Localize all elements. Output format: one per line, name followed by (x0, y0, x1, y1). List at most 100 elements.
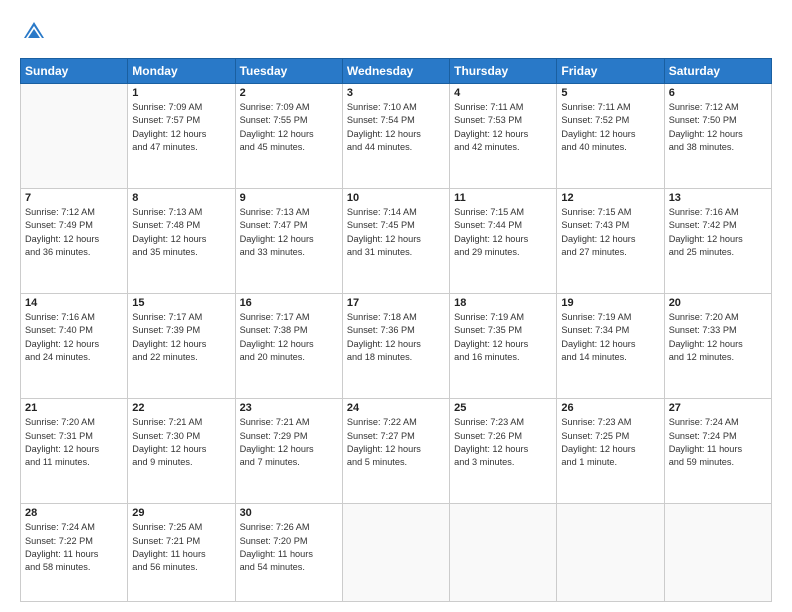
calendar-cell: 25 Sunrise: 7:23 AM Sunset: 7:26 PM Dayli… (450, 399, 557, 504)
calendar-cell: 17 Sunrise: 7:18 AM Sunset: 7:36 PM Dayli… (342, 294, 449, 399)
calendar-cell: 10 Sunrise: 7:14 AM Sunset: 7:45 PM Dayli… (342, 189, 449, 294)
calendar-header-thursday: Thursday (450, 59, 557, 84)
logo (20, 18, 52, 46)
calendar-cell: 3 Sunrise: 7:10 AM Sunset: 7:54 PM Daylig… (342, 84, 449, 189)
day-number: 19 (561, 297, 659, 309)
day-number: 8 (132, 192, 230, 204)
calendar-cell: 30 Sunrise: 7:26 AM Sunset: 7:20 PM Dayli… (235, 504, 342, 602)
day-number: 24 (347, 402, 445, 414)
day-info: Sunrise: 7:20 AM Sunset: 7:33 PM Dayligh… (669, 311, 767, 364)
calendar-cell (664, 504, 771, 602)
calendar-cell (557, 504, 664, 602)
day-number: 5 (561, 87, 659, 99)
day-number: 1 (132, 87, 230, 99)
calendar-cell: 1Sunrise: 7:09 AM Sunset: 7:57 PM Daylig… (128, 84, 235, 189)
calendar-cell: 18 Sunrise: 7:19 AM Sunset: 7:35 PM Dayli… (450, 294, 557, 399)
calendar-cell: 7 Sunrise: 7:12 AM Sunset: 7:49 PM Daylig… (21, 189, 128, 294)
day-info: Sunrise: 7:19 AM Sunset: 7:35 PM Dayligh… (454, 311, 552, 364)
day-info: Sunrise: 7:23 AM Sunset: 7:26 PM Dayligh… (454, 416, 552, 469)
calendar-cell: 2 Sunrise: 7:09 AM Sunset: 7:55 PM Daylig… (235, 84, 342, 189)
day-number: 14 (25, 297, 123, 309)
day-info: Sunrise: 7:24 AM Sunset: 7:22 PM Dayligh… (25, 521, 123, 574)
day-info: Sunrise: 7:24 AM Sunset: 7:24 PM Dayligh… (669, 416, 767, 469)
calendar-cell: 5 Sunrise: 7:11 AM Sunset: 7:52 PM Daylig… (557, 84, 664, 189)
day-number: 9 (240, 192, 338, 204)
calendar-cell: 6 Sunrise: 7:12 AM Sunset: 7:50 PM Daylig… (664, 84, 771, 189)
logo-icon (20, 18, 48, 46)
day-number: 4 (454, 87, 552, 99)
day-number: 16 (240, 297, 338, 309)
day-number: 6 (669, 87, 767, 99)
day-info: Sunrise: 7:13 AM Sunset: 7:48 PM Dayligh… (132, 206, 230, 259)
day-info: Sunrise: 7:26 AM Sunset: 7:20 PM Dayligh… (240, 521, 338, 574)
calendar-header-wednesday: Wednesday (342, 59, 449, 84)
calendar-header-monday: Monday (128, 59, 235, 84)
calendar-cell: 13 Sunrise: 7:16 AM Sunset: 7:42 PM Dayli… (664, 189, 771, 294)
day-info: Sunrise: 7:25 AM Sunset: 7:21 PM Dayligh… (132, 521, 230, 574)
day-info: Sunrise: 7:18 AM Sunset: 7:36 PM Dayligh… (347, 311, 445, 364)
day-info: Sunrise: 7:10 AM Sunset: 7:54 PM Dayligh… (347, 101, 445, 154)
day-number: 12 (561, 192, 659, 204)
calendar-header-sunday: Sunday (21, 59, 128, 84)
day-info: Sunrise: 7:11 AM Sunset: 7:52 PM Dayligh… (561, 101, 659, 154)
day-info: Sunrise: 7:12 AM Sunset: 7:50 PM Dayligh… (669, 101, 767, 154)
header (20, 18, 772, 46)
day-number: 15 (132, 297, 230, 309)
day-info: Sunrise: 7:15 AM Sunset: 7:43 PM Dayligh… (561, 206, 659, 259)
day-number: 13 (669, 192, 767, 204)
calendar-cell: 9 Sunrise: 7:13 AM Sunset: 7:47 PM Daylig… (235, 189, 342, 294)
day-number: 20 (669, 297, 767, 309)
day-info: Sunrise: 7:19 AM Sunset: 7:34 PM Dayligh… (561, 311, 659, 364)
page: SundayMondayTuesdayWednesdayThursdayFrid… (0, 0, 792, 612)
calendar-cell: 11 Sunrise: 7:15 AM Sunset: 7:44 PM Dayli… (450, 189, 557, 294)
day-info: Sunrise: 7:16 AM Sunset: 7:40 PM Dayligh… (25, 311, 123, 364)
day-info: Sunrise: 7:17 AM Sunset: 7:39 PM Dayligh… (132, 311, 230, 364)
day-number: 23 (240, 402, 338, 414)
calendar-cell: 22Sunrise: 7:21 AM Sunset: 7:30 PM Dayli… (128, 399, 235, 504)
day-number: 3 (347, 87, 445, 99)
calendar-header-friday: Friday (557, 59, 664, 84)
calendar-cell: 4 Sunrise: 7:11 AM Sunset: 7:53 PM Daylig… (450, 84, 557, 189)
day-number: 2 (240, 87, 338, 99)
calendar-header-saturday: Saturday (664, 59, 771, 84)
day-info: Sunrise: 7:23 AM Sunset: 7:25 PM Dayligh… (561, 416, 659, 469)
day-info: Sunrise: 7:13 AM Sunset: 7:47 PM Dayligh… (240, 206, 338, 259)
calendar-cell: 21 Sunrise: 7:20 AM Sunset: 7:31 PM Dayli… (21, 399, 128, 504)
day-number: 22 (132, 402, 230, 414)
day-number: 11 (454, 192, 552, 204)
calendar-header-tuesday: Tuesday (235, 59, 342, 84)
day-info: Sunrise: 7:20 AM Sunset: 7:31 PM Dayligh… (25, 416, 123, 469)
day-info: Sunrise: 7:17 AM Sunset: 7:38 PM Dayligh… (240, 311, 338, 364)
day-info: Sunrise: 7:16 AM Sunset: 7:42 PM Dayligh… (669, 206, 767, 259)
day-info: Sunrise: 7:14 AM Sunset: 7:45 PM Dayligh… (347, 206, 445, 259)
calendar-cell: 28 Sunrise: 7:24 AM Sunset: 7:22 PM Dayli… (21, 504, 128, 602)
calendar: SundayMondayTuesdayWednesdayThursdayFrid… (20, 58, 772, 602)
day-info: Sunrise: 7:12 AM Sunset: 7:49 PM Dayligh… (25, 206, 123, 259)
calendar-cell: 16 Sunrise: 7:17 AM Sunset: 7:38 PM Dayli… (235, 294, 342, 399)
calendar-cell: 23 Sunrise: 7:21 AM Sunset: 7:29 PM Dayli… (235, 399, 342, 504)
day-number: 26 (561, 402, 659, 414)
day-info: Sunrise: 7:11 AM Sunset: 7:53 PM Dayligh… (454, 101, 552, 154)
day-number: 28 (25, 507, 123, 519)
day-number: 30 (240, 507, 338, 519)
calendar-cell: 29 Sunrise: 7:25 AM Sunset: 7:21 PM Dayli… (128, 504, 235, 602)
day-info: Sunrise: 7:15 AM Sunset: 7:44 PM Dayligh… (454, 206, 552, 259)
calendar-cell: 26 Sunrise: 7:23 AM Sunset: 7:25 PM Dayli… (557, 399, 664, 504)
day-number: 29 (132, 507, 230, 519)
day-number: 25 (454, 402, 552, 414)
day-info: Sunrise: 7:21 AM Sunset: 7:29 PM Dayligh… (240, 416, 338, 469)
day-number: 17 (347, 297, 445, 309)
day-number: 7 (25, 192, 123, 204)
day-number: 10 (347, 192, 445, 204)
calendar-cell (450, 504, 557, 602)
day-info: Sunrise: 7:09 AM Sunset: 7:55 PM Dayligh… (240, 101, 338, 154)
calendar-cell: 19 Sunrise: 7:19 AM Sunset: 7:34 PM Dayli… (557, 294, 664, 399)
day-number: 18 (454, 297, 552, 309)
day-number: 21 (25, 402, 123, 414)
calendar-cell: 14 Sunrise: 7:16 AM Sunset: 7:40 PM Dayli… (21, 294, 128, 399)
calendar-cell: 24Sunrise: 7:22 AM Sunset: 7:27 PM Dayli… (342, 399, 449, 504)
calendar-cell: 8 Sunrise: 7:13 AM Sunset: 7:48 PM Daylig… (128, 189, 235, 294)
calendar-cell: 15 Sunrise: 7:17 AM Sunset: 7:39 PM Dayli… (128, 294, 235, 399)
calendar-cell (21, 84, 128, 189)
calendar-cell: 27Sunrise: 7:24 AM Sunset: 7:24 PM Dayli… (664, 399, 771, 504)
